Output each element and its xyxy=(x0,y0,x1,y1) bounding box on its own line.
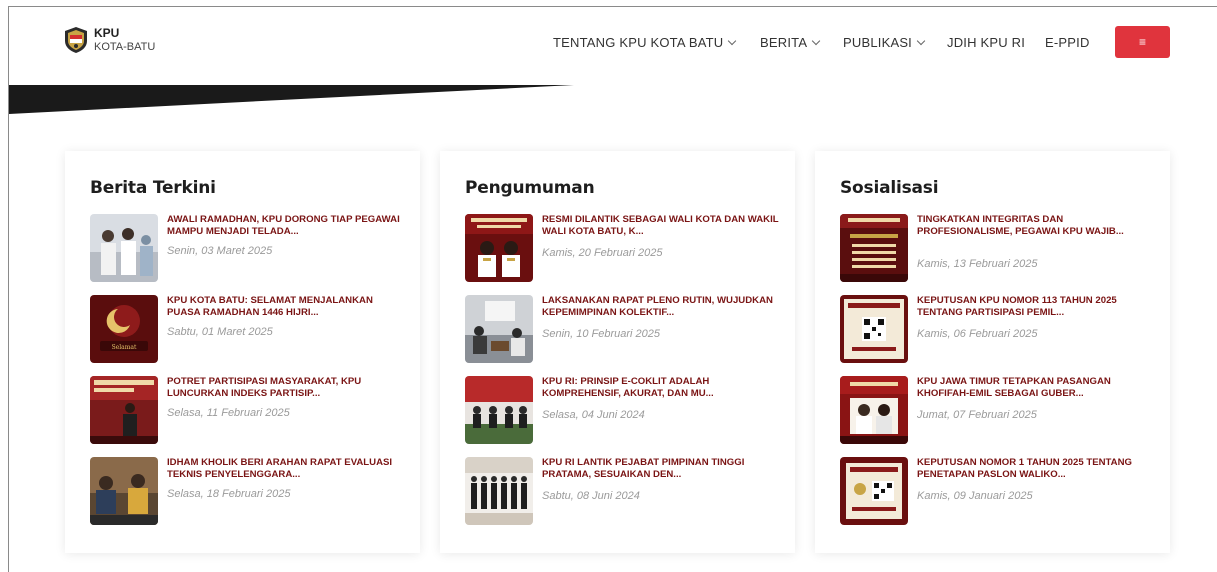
news-title-link[interactable]: KPU RI: PRINSIP E-COKLIT ADALAH KOMPREHE… xyxy=(542,376,782,399)
news-title-link[interactable]: POTRET PARTISIPASI MASYARAKAT, KPU LUNCU… xyxy=(167,376,407,399)
site-logo[interactable]: KPU KOTA-BATU xyxy=(63,26,155,54)
chevron-down-icon xyxy=(811,36,821,45)
news-thumbnail[interactable]: Selamat xyxy=(90,295,158,363)
news-date: Kamis, 09 Januari 2025 xyxy=(917,490,1033,502)
news-title-link[interactable]: KPU KOTA BATU: SELAMAT MENJALANKAN PUASA… xyxy=(167,295,407,318)
news-thumbnail[interactable] xyxy=(840,295,908,363)
brand-name: KPU xyxy=(94,26,120,40)
top-navbar: KPU KOTA-BATU TENTANG KPU KOTA BATU BERI… xyxy=(9,7,1217,85)
news-item[interactable]: KEPUTUSAN NOMOR 1 TAHUN 2025 TENTANG PEN… xyxy=(840,457,1150,527)
news-thumbnail[interactable] xyxy=(465,457,533,525)
browser-viewport: KPU KOTA-BATU TENTANG KPU KOTA BATU BERI… xyxy=(8,6,1217,572)
news-date: Sabtu, 01 Maret 2025 xyxy=(167,326,273,338)
news-thumbnail[interactable] xyxy=(840,376,908,444)
news-item[interactable]: LAKSANAKAN RAPAT PLENO RUTIN, WUJUDKAN K… xyxy=(465,295,775,365)
news-thumbnail[interactable] xyxy=(465,214,533,282)
section-card-sosialisasi: Sosialisasi TINGKATKAN INTEGRITAS DAN PR… xyxy=(815,151,1170,553)
news-title-link[interactable]: LAKSANAKAN RAPAT PLENO RUTIN, WUJUDKAN K… xyxy=(542,295,782,318)
section-title: Sosialisasi xyxy=(840,178,939,198)
news-title-link[interactable]: KEPUTUSAN NOMOR 1 TAHUN 2025 TENTANG PEN… xyxy=(917,457,1157,480)
nav-item-jdih[interactable]: JDIH KPU RI xyxy=(947,35,1025,50)
news-title-link[interactable]: TINGKATKAN INTEGRITAS DAN PROFESIONALISM… xyxy=(917,214,1157,237)
section-title: Pengumuman xyxy=(465,178,595,198)
nav-item-label: BERITA xyxy=(760,35,808,50)
news-item[interactable]: IDHAM KHOLIK BERI ARAHAN RAPAT EVALUASI … xyxy=(90,457,400,527)
svg-text:Selamat: Selamat xyxy=(112,344,137,351)
news-item[interactable]: KPU JAWA TIMUR TETAPKAN PASANGAN KHOFIFA… xyxy=(840,376,1150,446)
nav-item-publikasi[interactable]: PUBLIKASI xyxy=(843,35,926,50)
news-item[interactable]: AWALI RAMADHAN, KPU DORONG TIAP PEGAWAI … xyxy=(90,214,400,284)
news-item[interactable]: Selamat KPU KOTA BATU: SELAMAT MENJALANK… xyxy=(90,295,400,365)
nav-item-label: E-PPID xyxy=(1045,35,1090,50)
chevron-down-icon xyxy=(916,36,926,45)
news-date: Senin, 10 Februari 2025 xyxy=(542,328,661,340)
news-title-link[interactable]: AWALI RAMADHAN, KPU DORONG TIAP PEGAWAI … xyxy=(167,214,407,237)
news-thumbnail[interactable] xyxy=(465,376,533,444)
section-title: Berita Terkini xyxy=(90,178,216,198)
news-date: Kamis, 13 Februari 2025 xyxy=(917,258,1038,270)
chevron-down-icon xyxy=(728,36,737,45)
news-title-link[interactable]: KPU RI LANTIK PEJABAT PIMPINAN TINGGI PR… xyxy=(542,457,782,480)
news-thumbnail[interactable] xyxy=(465,295,533,363)
nav-item-eppid[interactable]: E-PPID xyxy=(1045,35,1090,50)
news-title-link[interactable]: IDHAM KHOLIK BERI ARAHAN RAPAT EVALUASI … xyxy=(167,457,407,480)
news-item[interactable]: TINGKATKAN INTEGRITAS DAN PROFESIONALISM… xyxy=(840,214,1150,284)
news-title-link[interactable]: KPU JAWA TIMUR TETAPKAN PASANGAN KHOFIFA… xyxy=(917,376,1157,399)
news-date: Jumat, 07 Februari 2025 xyxy=(917,409,1037,421)
news-date: Kamis, 20 Februari 2025 xyxy=(542,247,663,259)
news-date: Selasa, 11 Februari 2025 xyxy=(167,407,290,419)
section-card-pengumuman: Pengumuman RESMI DILANTIK SEBAGAI WALI K… xyxy=(440,151,795,553)
news-date: Sabtu, 08 Juni 2024 xyxy=(542,490,640,502)
news-item[interactable]: KPU RI: PRINSIP E-COKLIT ADALAH KOMPREHE… xyxy=(465,376,775,446)
nav-item-label: JDIH KPU RI xyxy=(947,35,1026,50)
menu-toggle-button[interactable]: ≡ xyxy=(1115,26,1170,58)
news-date: Kamis, 06 Februari 2025 xyxy=(917,328,1038,340)
news-date: Selasa, 04 Juni 2024 xyxy=(542,409,645,421)
section-card-berita-terkini: Berita Terkini AWALI RAMADHAN, KPU DORON… xyxy=(65,151,420,553)
news-date: Selasa, 18 Februari 2025 xyxy=(167,488,291,500)
news-thumbnail[interactable] xyxy=(90,214,158,282)
news-item[interactable]: POTRET PARTISIPASI MASYARAKAT, KPU LUNCU… xyxy=(90,376,400,446)
news-title-link[interactable]: KEPUTUSAN KPU NOMOR 113 TAHUN 2025 TENTA… xyxy=(917,295,1157,318)
news-thumbnail[interactable] xyxy=(840,214,908,282)
nav-item-berita[interactable]: BERITA xyxy=(760,35,821,50)
kpu-emblem-icon xyxy=(65,27,87,53)
news-date: Senin, 03 Maret 2025 xyxy=(167,245,273,257)
nav-item-label: PUBLIKASI xyxy=(843,35,912,50)
nav-item-tentang[interactable]: TENTANG KPU KOTA BATU xyxy=(553,35,737,50)
brand-subtitle: KOTA-BATU xyxy=(94,41,156,53)
nav-item-label: TENTANG KPU KOTA BATU xyxy=(553,35,724,50)
hero-banner-strip xyxy=(9,85,574,114)
news-item[interactable]: KPU RI LANTIK PEJABAT PIMPINAN TINGGI PR… xyxy=(465,457,775,527)
news-thumbnail[interactable] xyxy=(90,457,158,525)
news-item[interactable]: KEPUTUSAN KPU NOMOR 113 TAHUN 2025 TENTA… xyxy=(840,295,1150,365)
news-thumbnail[interactable] xyxy=(840,457,908,525)
news-thumbnail[interactable] xyxy=(90,376,158,444)
news-title-link[interactable]: RESMI DILANTIK SEBAGAI WALI KOTA DAN WAK… xyxy=(542,214,782,237)
news-item[interactable]: RESMI DILANTIK SEBAGAI WALI KOTA DAN WAK… xyxy=(465,214,778,284)
hamburger-icon: ≡ xyxy=(1138,35,1146,49)
